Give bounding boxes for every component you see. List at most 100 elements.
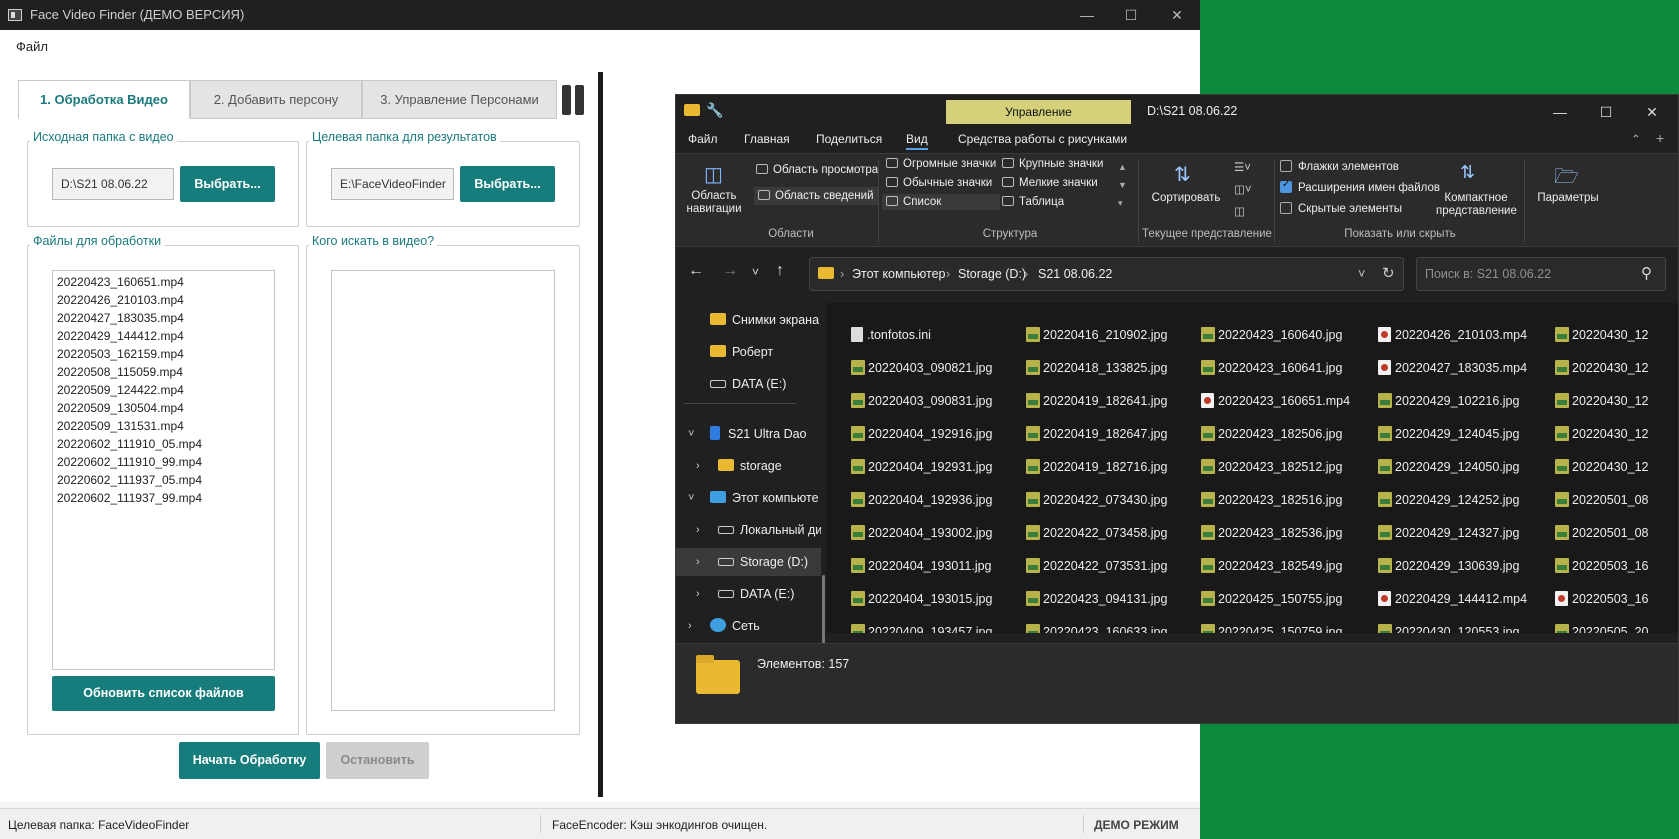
explorer-close-button[interactable]: ✕ [1632,99,1672,125]
file-item[interactable]: 20220501_08 [1555,490,1648,510]
file-item[interactable]: 20220419_182641.jpg [1026,391,1167,411]
file-item[interactable]: 20220416_210902.jpg [1026,325,1167,345]
file-item[interactable]: 20220423_182506.jpg [1201,424,1342,444]
start-processing-button[interactable]: Начать Обработку [179,742,320,779]
up-icon[interactable]: ↑ [776,262,784,280]
add-columns-icon[interactable]: ◫˅ [1234,182,1252,196]
ribbon-tab-file[interactable]: Файл [688,132,718,146]
collapse-ribbon-icon[interactable]: ⌃ [1631,132,1641,146]
breadcrumb-this-pc[interactable]: Этот компьютер [852,267,945,281]
nav-item-storage-d[interactable]: › Storage (D:) [676,548,821,576]
file-item[interactable]: 20220430_12 [1555,325,1648,345]
compact-view-button[interactable]: Компактное представление [1436,192,1517,218]
search-input[interactable]: Поиск в: S21 08.06.22 ⚲ [1416,257,1666,291]
file-item[interactable]: 20220503_16 [1555,589,1648,609]
tab-process-video[interactable]: 1. Обработка Видео [18,80,190,119]
persons-list[interactable] [331,270,555,711]
tab-add-person[interactable]: 2. Добавить персону [190,80,362,119]
file-item[interactable]: 20220422_073458.jpg [1026,523,1167,543]
ribbon-tab-view[interactable]: Вид [906,132,928,150]
file-item[interactable]: 20220404_192936.jpg [851,490,992,510]
stop-button[interactable]: Остановить [326,742,429,779]
hidden-items-toggle[interactable]: Скрытые элементы [1280,202,1402,215]
file-item[interactable]: .tonfotos.ini [851,325,931,345]
file-item[interactable]: 20220430_12 [1555,424,1648,444]
help-icon[interactable]: + [1656,130,1664,146]
table-option[interactable]: Таблица [1002,196,1064,208]
file-list-item[interactable]: 20220509_131531.mp4 [53,417,274,435]
file-item[interactable]: 20220423_160633.jpg [1026,622,1167,633]
nav-item-phone[interactable]: ˅ S21 Ultra Dao [676,420,821,448]
nav-item-robert[interactable]: Роберт [676,338,821,366]
file-item[interactable]: 20220429_124252.jpg [1378,490,1519,510]
file-item[interactable]: 20220430_12 [1555,457,1648,477]
file-item[interactable]: 20220429_124327.jpg [1378,523,1519,543]
file-item[interactable]: 20220404_193011.jpg [851,556,992,576]
file-list-item[interactable]: 20220602_111937_99.mp4 [53,489,274,507]
file-item[interactable]: 20220423_182512.jpg [1201,457,1342,477]
navigation-pane-button[interactable]: Область навигации [680,190,748,216]
file-list-item[interactable]: 20220602_111910_05.mp4 [53,435,274,453]
forward-icon[interactable]: → [722,262,738,280]
menu-file[interactable]: Файл [16,39,48,54]
file-list-item[interactable]: 20220427_183035.mp4 [53,309,274,327]
explorer-maximize-button[interactable]: ☐ [1586,99,1626,125]
breadcrumb-folder[interactable]: S21 08.06.22 [1038,267,1112,281]
source-folder-field[interactable]: D:\S21 08.06.22 [52,168,174,200]
file-item[interactable]: 20220505_20 [1555,622,1648,633]
file-item[interactable]: 20220430_12 [1555,358,1648,378]
file-list-item[interactable]: 20220503_162159.mp4 [53,345,274,363]
file-item[interactable]: 20220501_08 [1555,523,1648,543]
ribbon-tab-picture-tools[interactable]: Средства работы с рисунками [958,132,1127,146]
file-item[interactable]: 20220403_090831.jpg [851,391,992,411]
explorer-minimize-button[interactable]: — [1540,99,1580,125]
file-item[interactable]: 20220429_144412.mp4 [1378,589,1527,609]
small-icons-option[interactable]: Мелкие значки [1002,177,1098,189]
select-target-button[interactable]: Выбрать... [460,166,555,202]
file-item[interactable]: 20220423_160640.jpg [1201,325,1342,345]
quick-access-toolbar[interactable]: 🔧 [684,102,723,119]
target-folder-field[interactable]: E:\FaceVideoFinder [331,168,454,200]
file-list-item[interactable]: 20220426_210103.mp4 [53,291,274,309]
refresh-files-button[interactable]: Обновить список файлов [52,676,275,711]
select-source-button[interactable]: Выбрать... [180,166,275,202]
files-list[interactable]: 20220423_160651.mp4 20220426_210103.mp4 20… [52,270,275,670]
list-option[interactable]: Список [882,194,1000,210]
file-list-item[interactable]: 20220423_160651.mp4 [53,273,274,291]
nav-item-data-e[interactable]: DATA (E:) [676,370,821,398]
nav-item-data-e-2[interactable]: › DATA (E:) [676,580,821,608]
breadcrumb-storage[interactable]: Storage (D:) [958,267,1026,281]
ribbon-tab-home[interactable]: Главная [744,132,790,146]
file-item[interactable]: 20220423_182516.jpg [1201,490,1342,510]
file-list-item[interactable]: 20220509_124422.mp4 [53,381,274,399]
file-list-item[interactable]: 20220602_111910_99.mp4 [53,453,274,471]
file-item[interactable]: 20220418_133825.jpg [1026,358,1167,378]
file-item[interactable]: 20220423_182536.jpg [1201,523,1342,543]
file-extensions-toggle[interactable]: Расширения имен файлов [1280,179,1440,194]
file-item[interactable]: 20220429_102216.jpg [1378,391,1519,411]
panel-splitter[interactable] [598,72,603,797]
recent-locations-icon[interactable]: ˅ [752,265,759,279]
back-icon[interactable]: ← [688,262,704,280]
file-item[interactable]: 20220430_12 [1555,391,1648,411]
file-item[interactable]: 20220404_192931.jpg [851,457,992,477]
file-item[interactable]: 20220427_183035.mp4 [1378,358,1527,378]
nav-item-storage[interactable]: › storage [676,452,821,480]
file-item[interactable]: 20220422_073531.jpg [1026,556,1167,576]
nav-item-this-pc[interactable]: ˅ Этот компьюте [676,484,821,512]
manage-tab[interactable]: Управление [946,100,1131,124]
group-by-icon[interactable]: ☰˅ [1234,160,1251,174]
file-item[interactable]: 20220423_160641.jpg [1201,358,1342,378]
maximize-button[interactable]: ☐ [1108,0,1154,30]
large-icons-option[interactable]: Крупные значки [1002,158,1103,170]
nav-item-local-disk[interactable]: › Локальный ди [676,516,821,544]
minimize-button[interactable]: — [1064,0,1110,30]
file-item[interactable]: 20220429_124045.jpg [1378,424,1519,444]
close-button[interactable]: ✕ [1154,0,1200,30]
file-item[interactable]: 20220419_182716.jpg [1026,457,1167,477]
file-list[interactable]: .tonfotos.ini 20220403_090821.jpg 20220403… [826,303,1678,633]
file-item[interactable]: 20220404_193015.jpg [851,589,992,609]
layout-scroll-icon[interactable]: ▲ ▼ ▾ [1118,158,1127,212]
item-checkboxes-toggle[interactable]: Флажки элементов [1280,160,1399,173]
tab-scroll-arrows[interactable] [560,83,587,117]
